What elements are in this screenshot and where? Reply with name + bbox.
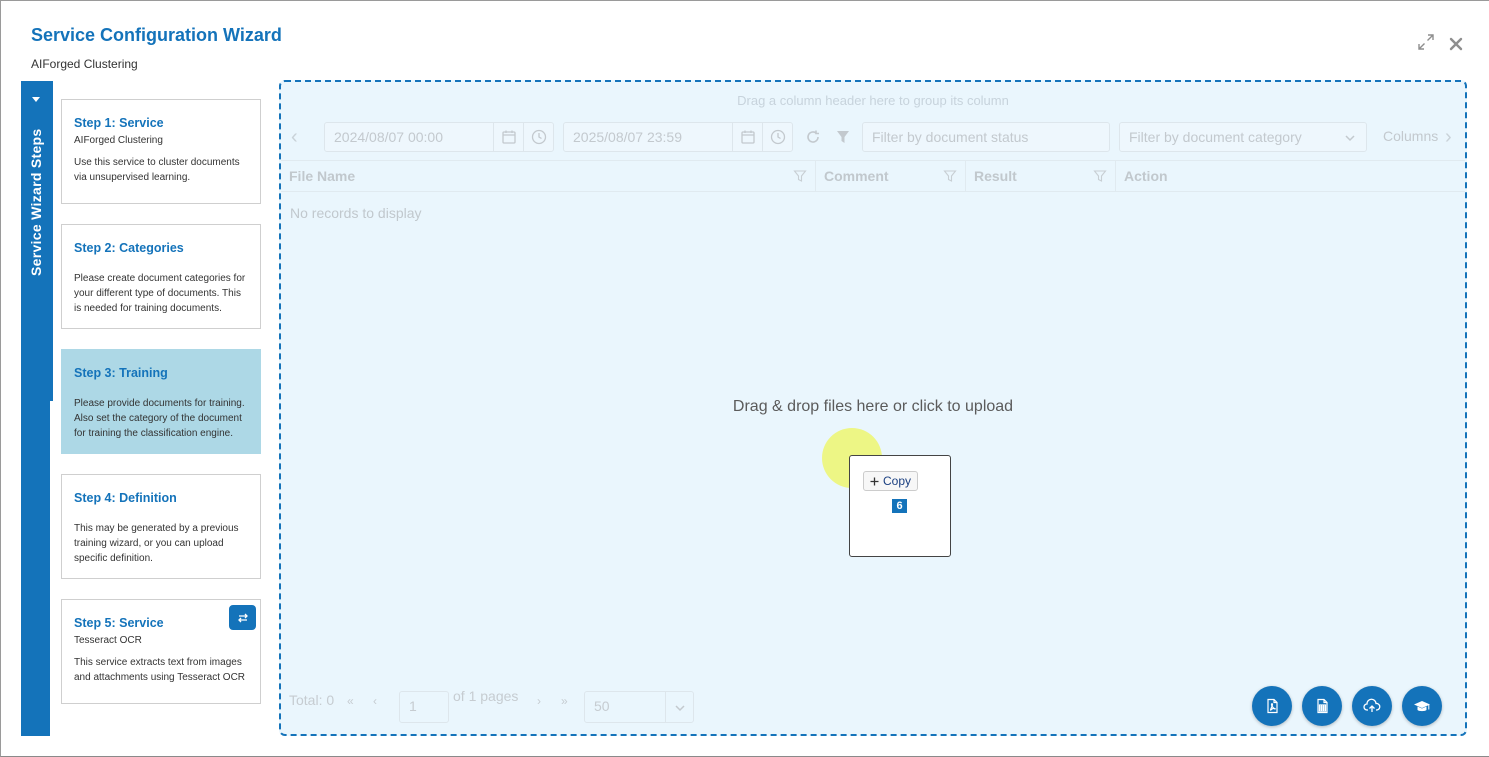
pager-total: Total: 0 (289, 692, 335, 708)
step-description: Please provide documents for training. A… (74, 398, 245, 439)
wizard-steps-tab[interactable]: Service Wizard Steps (21, 81, 53, 736)
group-panel-hint: Drag a column header here to group its c… (737, 93, 1009, 108)
calendar-icon[interactable] (493, 123, 523, 151)
step-1-card[interactable]: Step 1: Service AIForged Clustering Use … (61, 99, 261, 204)
calendar-icon[interactable] (732, 123, 762, 151)
pager-of-pages: of 1 pages (453, 688, 519, 704)
page-size-value: 50 (594, 698, 610, 714)
chevron-down-icon[interactable] (1344, 132, 1356, 144)
pager-last-icon[interactable]: » (561, 694, 568, 708)
upload-pdf-button[interactable] (1252, 686, 1292, 726)
upload-spreadsheet-button[interactable] (1302, 686, 1342, 726)
category-filter-placeholder: Filter by document category (1129, 129, 1302, 145)
dialog-subtitle: AIForged Clustering (31, 57, 138, 71)
column-header-result[interactable]: Result (966, 161, 1116, 192)
expand-icon[interactable] (1417, 33, 1435, 51)
upload-dropzone[interactable]: Drag a column header here to group its c… (279, 80, 1467, 736)
refresh-icon[interactable] (805, 129, 821, 145)
drag-file-count: 6 (892, 499, 907, 513)
column-filter-icon[interactable] (943, 169, 957, 183)
cloud-upload-button[interactable] (1352, 686, 1392, 726)
clock-icon[interactable] (762, 123, 792, 151)
step-description: Please create document categories for yo… (74, 273, 246, 314)
dropzone-message: Drag & drop files here or click to uploa… (732, 398, 1014, 415)
plus-icon (870, 477, 879, 485)
drag-preview: Copy 6 (849, 455, 951, 557)
step-title: Step 1: Service (74, 116, 164, 130)
column-title: Action (1124, 168, 1168, 184)
step-description: This may be generated by a previous trai… (74, 523, 239, 564)
step-title: Step 4: Definition (74, 491, 177, 505)
columns-menu-button[interactable]: Columns (1375, 122, 1439, 152)
grid-header: File Name Comment Result Action (281, 160, 1465, 192)
collapse-arrow-icon[interactable] (32, 97, 40, 102)
document-status-filter[interactable]: Filter by document status (862, 122, 1110, 152)
step-3-card[interactable]: Step 3: Training Please provide document… (61, 349, 261, 454)
column-filter-icon[interactable] (793, 169, 807, 183)
step-title: Step 3: Training (74, 366, 168, 380)
document-category-filter[interactable]: Filter by document category (1119, 122, 1367, 152)
end-date-value: 2025/08/07 23:59 (573, 129, 682, 145)
copy-label: Copy (883, 474, 912, 488)
tab-divider (50, 401, 53, 736)
step-title: Step 2: Categories (74, 241, 184, 255)
cloud-upload-icon (1363, 698, 1381, 712)
column-header-comment[interactable]: Comment (816, 161, 966, 192)
train-button[interactable] (1402, 686, 1442, 726)
graduation-cap-icon (1414, 701, 1430, 712)
clock-icon[interactable] (523, 123, 553, 151)
step-2-card[interactable]: Step 2: Categories Please create documen… (61, 224, 261, 329)
status-filter-placeholder: Filter by document status (872, 129, 1029, 145)
page-size-select[interactable]: 50 (584, 691, 694, 723)
filter-icon[interactable] (835, 129, 851, 145)
pdf-file-icon (1267, 698, 1278, 714)
swap-arrows-icon (237, 613, 248, 622)
columns-label: Columns (1383, 128, 1439, 144)
wizard-steps-tab-label: Service Wizard Steps (28, 128, 44, 277)
spreadsheet-file-icon (1317, 698, 1328, 714)
pager-page-input[interactable]: 1 (399, 691, 449, 723)
wizard-dialog: Service Configuration Wizard AIForged Cl… (0, 0, 1489, 757)
page-size-divider (665, 692, 666, 722)
end-date-input[interactable]: 2025/08/07 23:59 (563, 122, 793, 152)
step-subtitle: Tesseract OCR (74, 635, 142, 646)
dialog-title: Service Configuration Wizard (31, 25, 282, 45)
toolbar-scroll-left-icon[interactable]: ‹ (291, 126, 298, 149)
start-date-input[interactable]: 2024/08/07 00:00 (324, 122, 554, 152)
no-records-message: No records to display (290, 205, 422, 221)
step-title: Step 5: Service (74, 616, 164, 630)
column-title: Comment (824, 168, 889, 184)
step-description: Use this service to cluster documents vi… (74, 157, 240, 183)
column-header-action[interactable]: Action (1116, 161, 1465, 192)
column-title: Result (974, 168, 1017, 184)
column-header-file-name[interactable]: File Name (281, 161, 816, 192)
column-title: File Name (289, 168, 356, 184)
column-filter-icon[interactable] (1093, 169, 1107, 183)
pager-next-icon[interactable]: › (537, 694, 541, 708)
close-icon[interactable] (1448, 36, 1464, 52)
step-5-card[interactable]: Step 5: Service Tesseract OCR This servi… (61, 599, 261, 704)
step-subtitle: AIForged Clustering (74, 135, 163, 146)
start-date-value: 2024/08/07 00:00 (334, 129, 443, 145)
step-4-card[interactable]: Step 4: Definition This may be generated… (61, 474, 261, 579)
toolbar-scroll-right-icon[interactable]: › (1445, 126, 1452, 149)
swap-service-button[interactable] (229, 605, 256, 630)
chevron-down-icon[interactable] (674, 702, 686, 714)
pager-first-icon[interactable]: « (347, 694, 354, 708)
copy-badge: Copy (863, 471, 919, 491)
pager-prev-icon[interactable]: ‹ (373, 694, 377, 708)
step-description: This service extracts text from images a… (74, 657, 246, 683)
pager-page-value: 1 (409, 698, 417, 714)
